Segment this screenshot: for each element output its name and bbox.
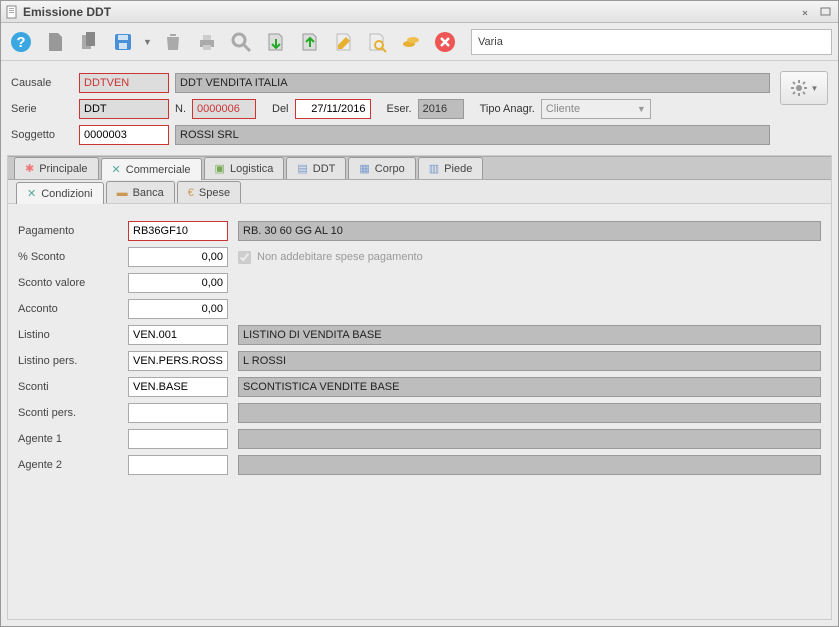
window-minimize-icon[interactable] <box>800 5 816 19</box>
tab-commerciale[interactable]: ✕Commerciale <box>101 158 202 180</box>
del-label: Del <box>272 103 289 115</box>
eser-label: Eser. <box>387 103 412 115</box>
listino-pers-desc: L ROSSI <box>238 351 821 371</box>
serie-input[interactable] <box>79 99 169 119</box>
svg-text:?: ? <box>16 34 25 51</box>
tools-icon: ✕ <box>27 187 36 200</box>
agente2-desc <box>238 455 821 475</box>
tools-icon: ✕ <box>112 163 121 176</box>
main-tabstrip: ✱Principale ✕Commerciale ▣Logistica ▤DDT… <box>8 156 831 180</box>
find-doc-icon[interactable] <box>363 28 391 56</box>
footer-icon: ▥ <box>429 162 439 175</box>
toolbar-status: Varia <box>471 29 832 55</box>
document-icon <box>5 5 19 19</box>
soggetto-desc: ROSSI SRL <box>175 125 770 145</box>
print-icon[interactable] <box>193 28 221 56</box>
window: Emissione DDT ? ▼ Varia Causale DDT VEND… <box>0 0 839 627</box>
pagamento-desc: RB. 30 60 GG AL 10 <box>238 221 821 241</box>
sconto-val-label: Sconto valore <box>18 277 118 289</box>
sconto-pct-label: % Sconto <box>18 251 118 263</box>
euro-icon: € <box>188 187 194 199</box>
tab-ddt[interactable]: ▤DDT <box>286 157 346 179</box>
bank-icon: ▬ <box>117 187 128 199</box>
sconto-pct-input[interactable] <box>128 247 228 267</box>
condizioni-panel: Pagamento RB. 30 60 GG AL 10 % Sconto No… <box>8 204 831 492</box>
agente1-label: Agente 1 <box>18 433 118 445</box>
acconto-label: Acconto <box>18 303 118 315</box>
tab-logistica[interactable]: ▣Logistica <box>204 157 285 179</box>
save-dropdown-icon[interactable]: ▼ <box>143 37 153 47</box>
save-icon[interactable] <box>109 28 137 56</box>
export-icon[interactable] <box>295 28 323 56</box>
sconti-label: Sconti <box>18 381 118 393</box>
pagamento-label: Pagamento <box>18 225 118 237</box>
agente1-input[interactable] <box>128 429 228 449</box>
no-spese-check <box>238 251 251 264</box>
tipo-value: Cliente <box>546 103 580 115</box>
causale-input[interactable] <box>79 73 169 93</box>
agente2-input[interactable] <box>128 455 228 475</box>
gear-icon <box>790 79 808 97</box>
new-doc-icon[interactable] <box>41 28 69 56</box>
subtab-condizioni[interactable]: ✕Condizioni <box>16 182 104 204</box>
tab-principale[interactable]: ✱Principale <box>14 157 99 179</box>
chevron-down-icon: ▼ <box>811 84 819 93</box>
acconto-input[interactable] <box>128 299 228 319</box>
agente2-label: Agente 2 <box>18 459 118 471</box>
del-input[interactable] <box>295 99 371 119</box>
sub-tabstrip: ✕Condizioni ▬Banca €Spese <box>8 180 831 204</box>
subtab-banca[interactable]: ▬Banca <box>106 181 175 203</box>
search-icon[interactable] <box>227 28 255 56</box>
listino-desc: LISTINO DI VENDITA BASE <box>238 325 821 345</box>
sconto-val-input[interactable] <box>128 273 228 293</box>
sconti-pers-label: Sconti pers. <box>18 407 118 419</box>
soggetto-input[interactable] <box>79 125 169 145</box>
sconti-input[interactable] <box>128 377 228 397</box>
window-maximize-icon[interactable] <box>818 5 834 19</box>
star-icon: ✱ <box>25 162 34 175</box>
tab-piede[interactable]: ▥Piede <box>418 157 484 179</box>
listino-label: Listino <box>18 329 118 341</box>
listino-input[interactable] <box>128 325 228 345</box>
window-title: Emissione DDT <box>23 5 798 19</box>
subtab-spese[interactable]: €Spese <box>177 181 241 203</box>
listino-pers-label: Listino pers. <box>18 355 118 367</box>
causale-label: Causale <box>11 77 73 89</box>
pagamento-input[interactable] <box>128 221 228 241</box>
coins-icon[interactable] <box>397 28 425 56</box>
numero-input[interactable] <box>192 99 256 119</box>
numero-label: N. <box>175 103 186 115</box>
truck-icon: ▣ <box>215 162 225 175</box>
chevron-down-icon: ▼ <box>637 104 646 114</box>
copy-doc-icon[interactable] <box>75 28 103 56</box>
tab-corpo[interactable]: ▦Corpo <box>348 157 415 179</box>
causale-desc: DDT VENDITA ITALIA <box>175 73 770 93</box>
import-icon[interactable] <box>261 28 289 56</box>
eser-input <box>418 99 464 119</box>
tipo-select[interactable]: Cliente ▼ <box>541 99 651 119</box>
titlebar: Emissione DDT <box>1 1 838 23</box>
edit-icon[interactable] <box>329 28 357 56</box>
help-icon[interactable]: ? <box>7 28 35 56</box>
agente1-desc <box>238 429 821 449</box>
content-panel: ✱Principale ✕Commerciale ▣Logistica ▤DDT… <box>7 155 832 620</box>
settings-button[interactable]: ▼ <box>780 71 828 105</box>
grid-icon: ▦ <box>359 162 369 175</box>
listino-pers-input[interactable] <box>128 351 228 371</box>
doc-icon: ▤ <box>297 162 307 175</box>
serie-label: Serie <box>11 103 73 115</box>
no-spese-checkbox: Non addebitare spese pagamento <box>238 251 423 264</box>
header-form: Causale DDT VENDITA ITALIA Serie N. Del … <box>1 61 838 155</box>
toolbar: ? ▼ Varia <box>1 23 838 61</box>
tipo-label: Tipo Anagr. <box>480 103 535 115</box>
close-icon[interactable] <box>431 28 459 56</box>
sconti-pers-desc <box>238 403 821 423</box>
trash-icon[interactable] <box>159 28 187 56</box>
sconti-desc: SCONTISTICA VENDITE BASE <box>238 377 821 397</box>
soggetto-label: Soggetto <box>11 129 73 141</box>
sconti-pers-input[interactable] <box>128 403 228 423</box>
